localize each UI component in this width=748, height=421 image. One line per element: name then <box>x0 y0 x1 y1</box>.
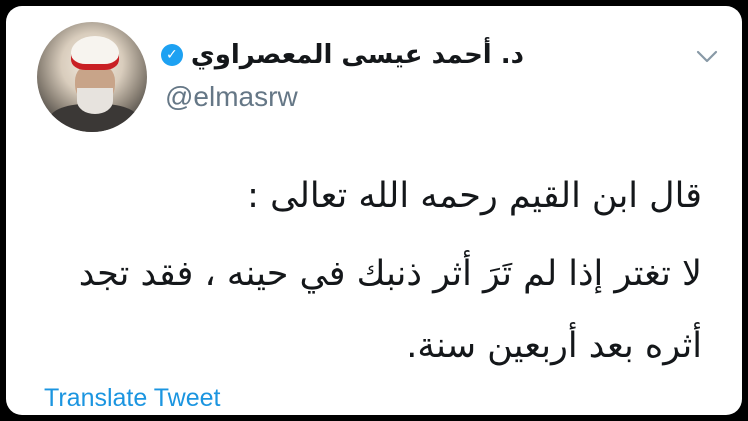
tweet-card: د. أحمد عيسى المعصراوي ✓ @elmasrw قال اب… <box>6 6 742 415</box>
author-name-row[interactable]: د. أحمد عيسى المعصراوي ✓ <box>160 40 524 70</box>
avatar-beard <box>77 88 113 114</box>
translate-tweet-link[interactable]: Translate Tweet <box>44 384 220 413</box>
tweet-text-line-2: لا تغتر إذا لم تَرَ أثر ذنبك في حينه ، ف… <box>78 254 702 294</box>
chevron-down-icon[interactable] <box>694 44 720 70</box>
tweet-text-line-1: قال ابن القيم رحمه الله تعالى : <box>247 176 702 216</box>
avatar[interactable] <box>37 22 147 132</box>
tweet-text-line-3: أثره بعد أربعين سنة. <box>406 326 702 366</box>
avatar-turban <box>71 36 119 70</box>
user-handle[interactable]: @elmasrw <box>165 81 298 113</box>
chevron-down-icon-svg <box>696 50 718 63</box>
verified-badge-icon: ✓ <box>160 44 183 66</box>
display-name[interactable]: د. أحمد عيسى المعصراوي <box>191 40 524 70</box>
